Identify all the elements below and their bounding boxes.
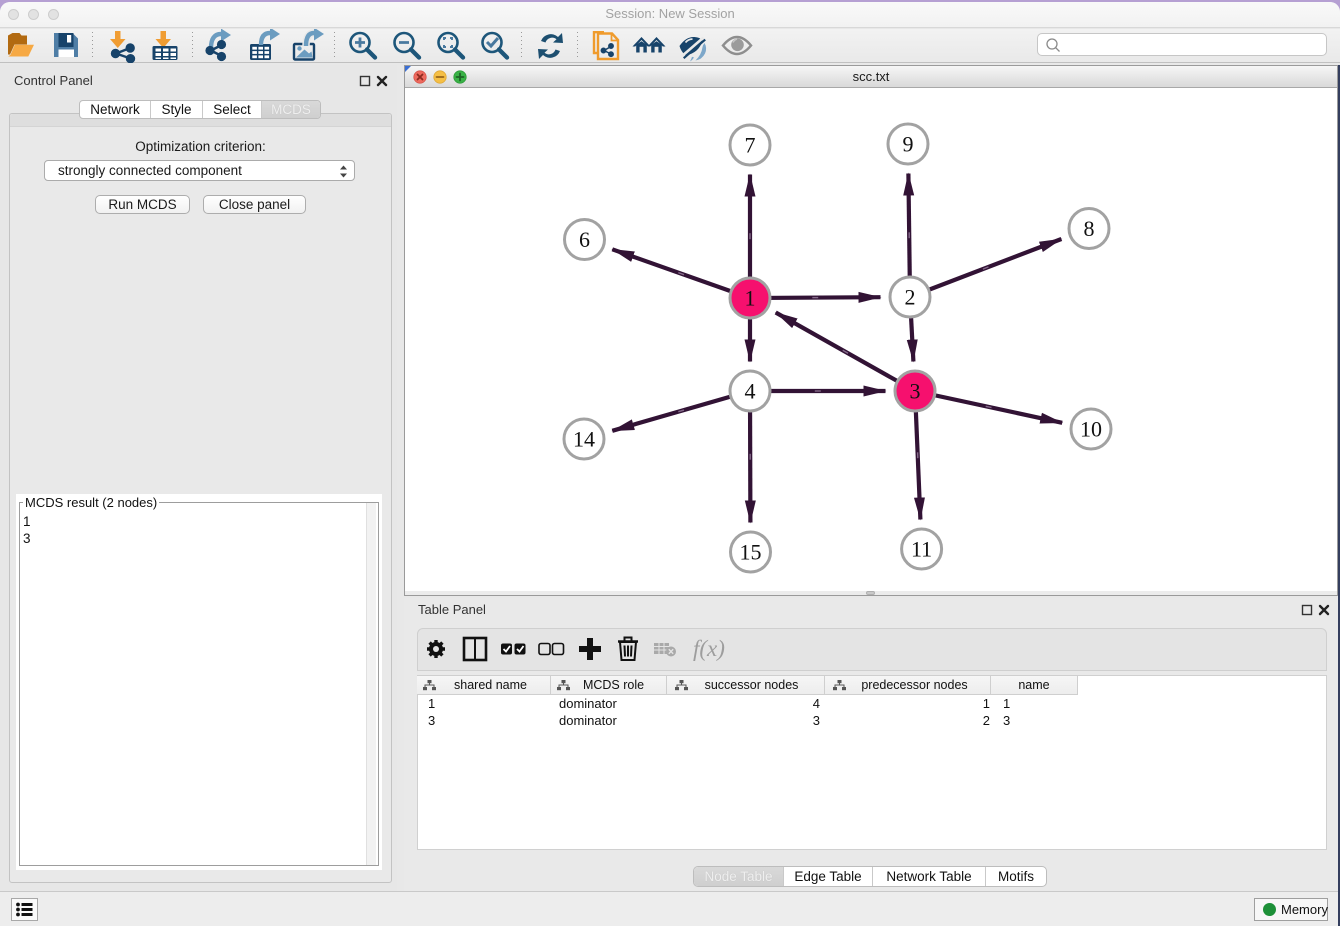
svg-text:3: 3 <box>910 379 921 404</box>
svg-text:7: 7 <box>745 133 756 158</box>
svg-text:1: 1 <box>745 286 756 311</box>
svg-text:f(x): f(x) <box>693 636 725 661</box>
svg-text:9: 9 <box>903 132 914 157</box>
svg-text:6: 6 <box>579 227 590 252</box>
svg-text:4: 4 <box>745 379 756 404</box>
svg-text:8: 8 <box>1084 216 1095 241</box>
svg-text:14: 14 <box>573 427 595 452</box>
svg-text:2: 2 <box>905 285 916 310</box>
svg-text:11: 11 <box>911 537 932 562</box>
svg-text:15: 15 <box>740 540 762 565</box>
svg-text:10: 10 <box>1080 417 1102 442</box>
